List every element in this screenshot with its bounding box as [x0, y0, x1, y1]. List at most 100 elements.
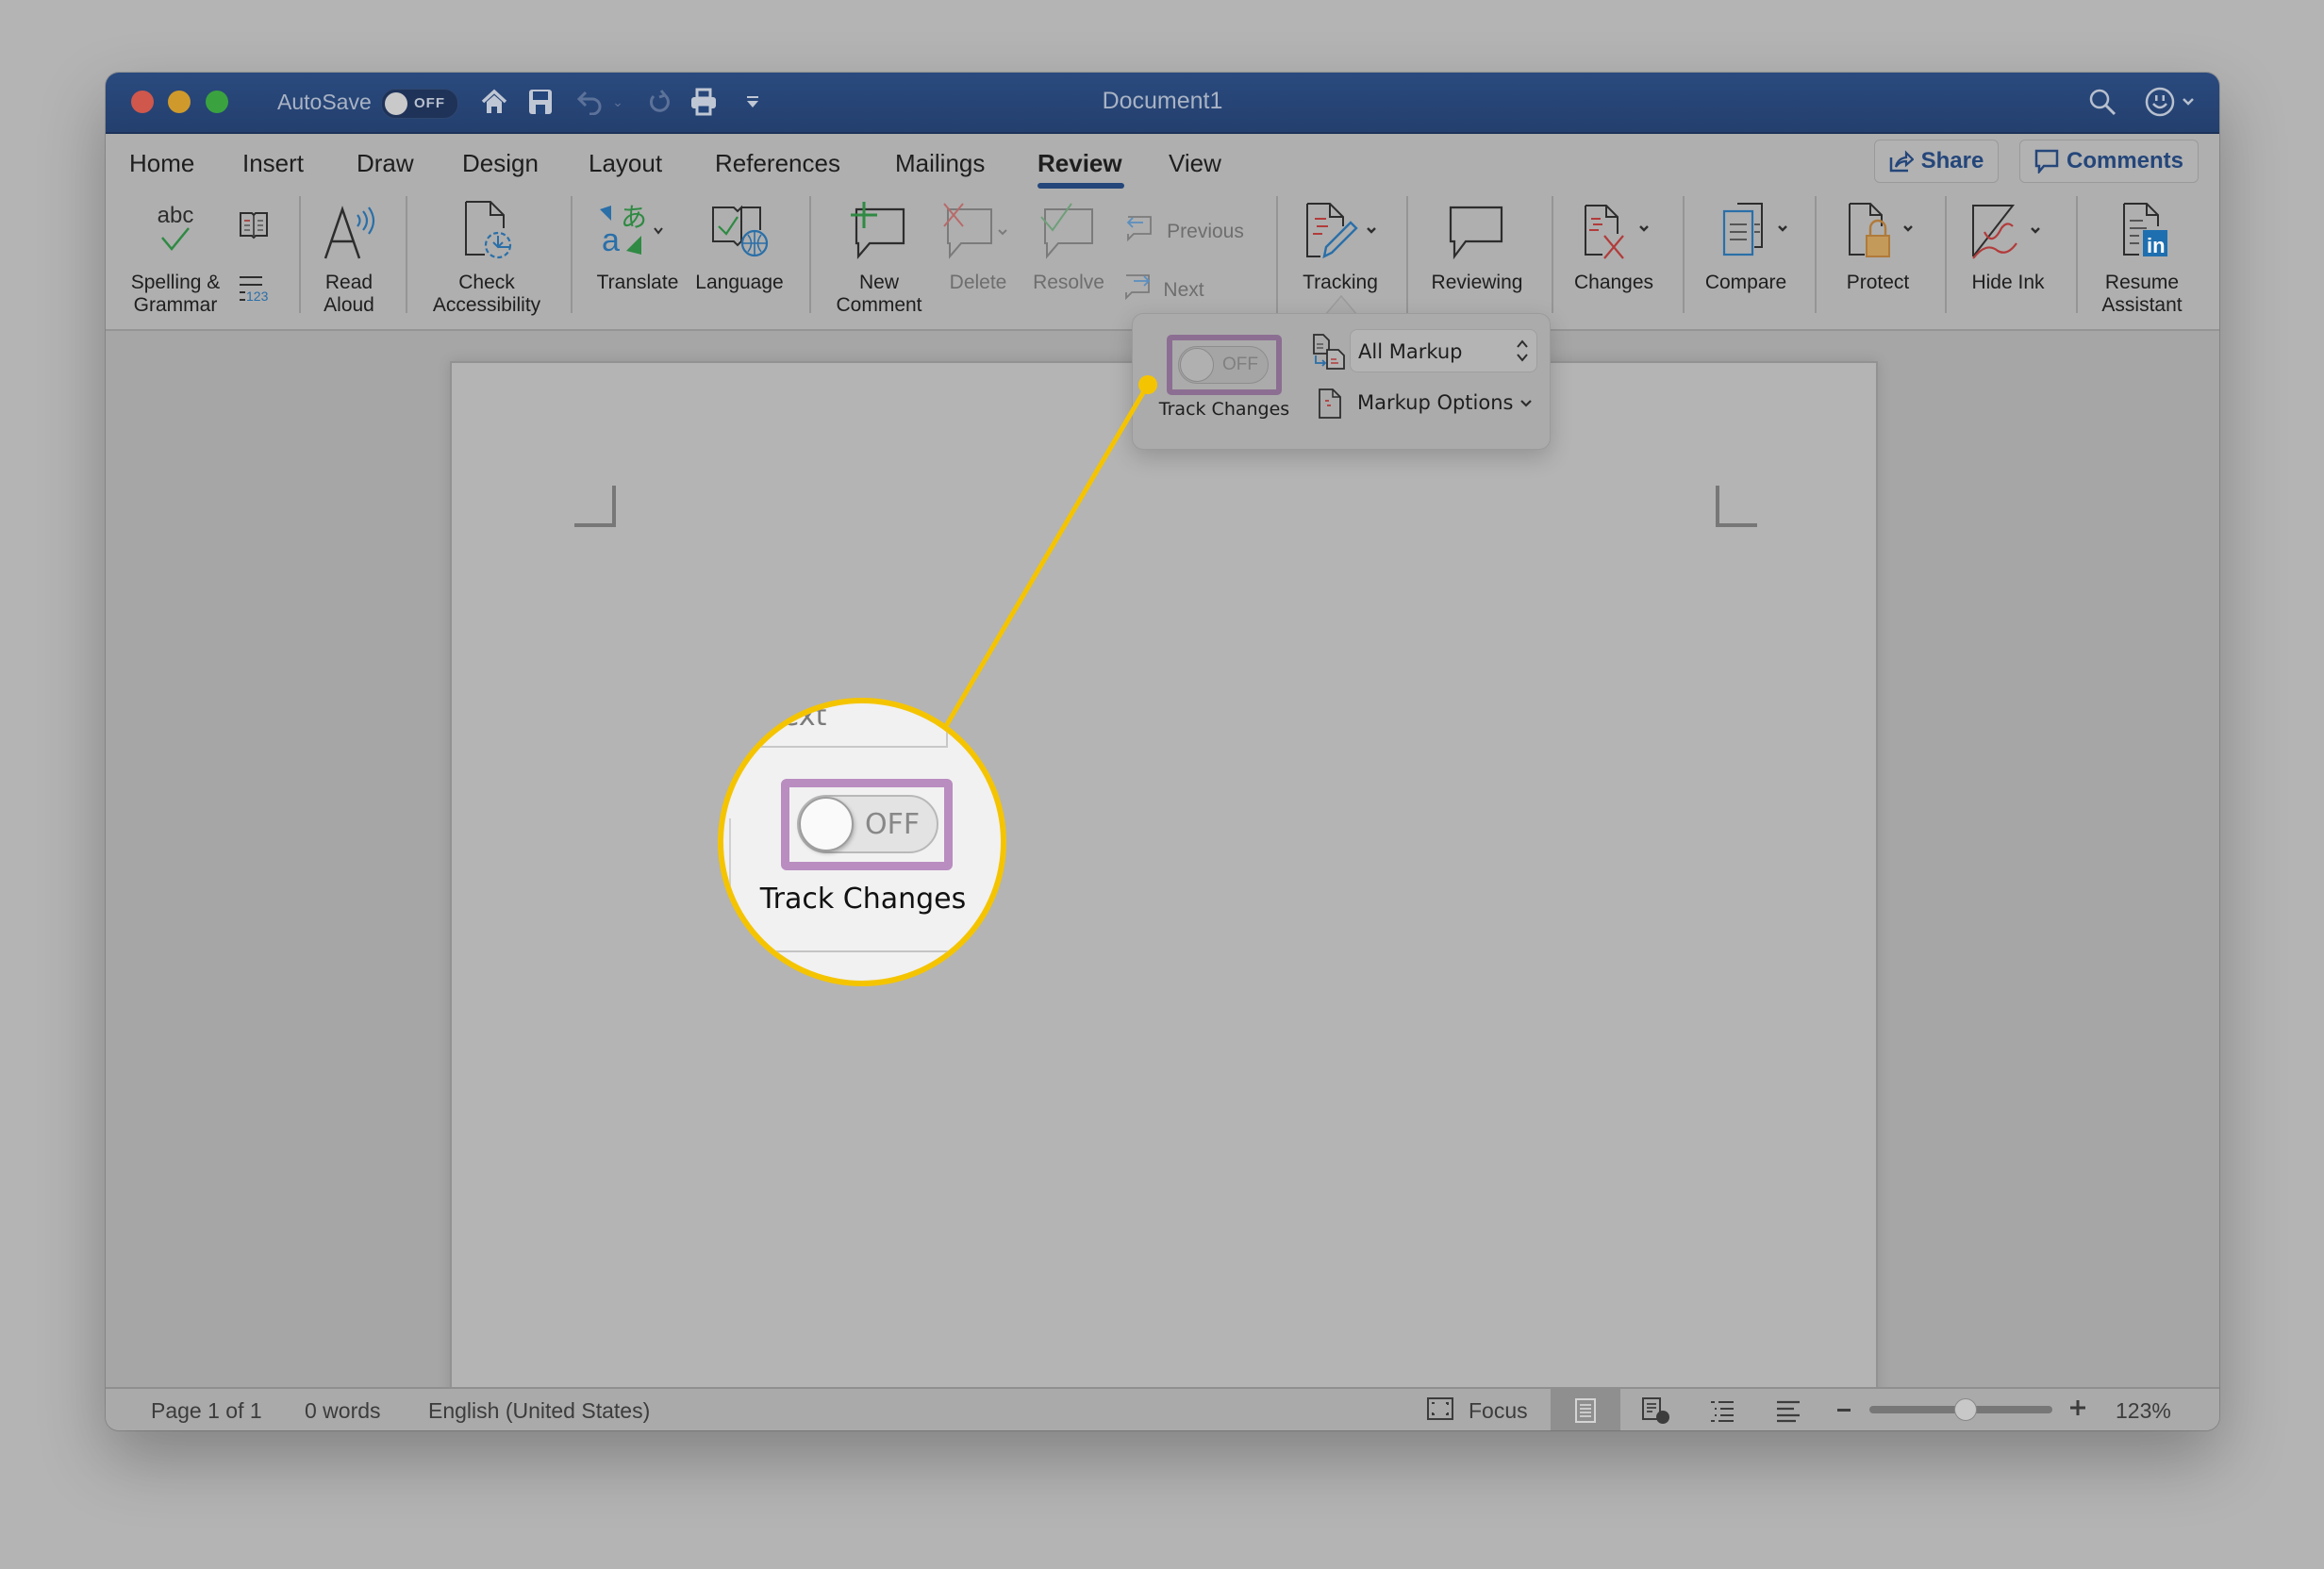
hide-ink-button[interactable] [1969, 204, 2049, 265]
check-accessibility-label: Check Accessibility [433, 272, 540, 317]
page-count[interactable]: Page 1 of 1 [151, 1398, 262, 1424]
delete-comment-button[interactable] [940, 202, 1016, 265]
markup-view-value: All Markup [1358, 340, 1463, 363]
ribbon-separator [1945, 196, 1947, 313]
active-tab-indicator [1038, 183, 1124, 189]
feedback-chevron-icon[interactable] [2181, 86, 2196, 118]
comments-button[interactable]: Comments [2019, 140, 2199, 183]
zoom-out-button[interactable] [1837, 1409, 1851, 1412]
magnified-next-text: ext [782, 700, 827, 733]
changes-icon [1585, 205, 1649, 259]
markup-view-select[interactable]: All Markup [1350, 329, 1537, 372]
tab-references[interactable]: References [715, 149, 840, 178]
language-button[interactable] [709, 204, 772, 265]
label-line: Assistant [2101, 294, 2183, 316]
draft-view-button[interactable] [1775, 1398, 1803, 1425]
zoom-slider[interactable] [1869, 1398, 2052, 1421]
read-aloud-icon [324, 206, 375, 259]
tab-design[interactable]: Design [462, 149, 539, 178]
previous-comment-button[interactable] [1122, 211, 1154, 248]
translate-button[interactable]: aあ [594, 202, 670, 265]
print-layout-icon [1575, 1398, 1596, 1423]
spelling-grammar-button[interactable]: abc [147, 202, 204, 263]
magnified-highlight-box: OFF [781, 779, 953, 870]
magnified-divider [723, 950, 1001, 952]
tab-view[interactable]: View [1169, 149, 1221, 178]
focus-label[interactable]: Focus [1469, 1398, 1528, 1424]
margin-corner-mark [1716, 486, 1757, 527]
word-window: AutoSave OFF ⌄ Document1 Home Insert Dra… [106, 73, 2219, 1430]
changes-button[interactable] [1582, 202, 1657, 267]
tracking-icon [1306, 203, 1376, 259]
resolve-comment-icon [1040, 203, 1093, 259]
resolve-comment-button[interactable] [1038, 202, 1098, 265]
feedback-smiley-icon[interactable] [2143, 86, 2177, 118]
language-status[interactable]: English (United States) [428, 1398, 650, 1424]
zoom-slider-thumb[interactable] [1953, 1398, 1977, 1421]
protect-button[interactable] [1846, 202, 1921, 265]
delete-comment-label: Delete [949, 272, 1007, 293]
magnified-divider [723, 746, 946, 748]
new-comment-button[interactable] [849, 202, 909, 265]
next-comment-label: Next [1163, 279, 1204, 301]
tab-draw[interactable]: Draw [357, 149, 414, 178]
thesaurus-book-icon [240, 212, 268, 239]
plus-icon [2070, 1400, 2085, 1415]
chevron-down-icon [1520, 400, 1532, 407]
ribbon-separator [406, 196, 407, 313]
resume-assistant-label: Resume Assistant [2101, 272, 2182, 317]
next-comment-button[interactable] [1122, 270, 1154, 306]
highlight-box: OFF [1167, 335, 1282, 395]
tab-home[interactable]: Home [129, 149, 194, 178]
tracking-button[interactable] [1303, 200, 1383, 267]
tab-review[interactable]: Review [1038, 149, 1122, 178]
track-changes-label: Track Changes [1158, 399, 1290, 420]
svg-text:in: in [2147, 234, 2166, 257]
label-line: Spelling & [130, 272, 221, 293]
status-bar: Page 1 of 1 0 words English (United Stat… [106, 1387, 2219, 1430]
track-changes-toggle[interactable]: OFF [1178, 346, 1269, 384]
display-for-review-icon [1312, 333, 1346, 371]
tracking-label: Tracking [1303, 272, 1378, 293]
read-aloud-button[interactable] [318, 202, 380, 269]
compare-button[interactable] [1720, 202, 1796, 263]
magnified-track-changes-label: Track Changes [759, 883, 967, 916]
document-page[interactable] [450, 361, 1878, 1430]
label-line: Read [324, 272, 374, 293]
ribbon-separator [1406, 196, 1408, 313]
accessibility-check-icon [465, 201, 512, 259]
spelling-check-icon: abc [158, 203, 193, 251]
label-line: Comment [836, 294, 922, 316]
reviewing-button[interactable] [1447, 204, 1507, 265]
thesaurus-button[interactable] [238, 209, 270, 246]
word-count-icon-text: 123 [246, 289, 269, 304]
tab-insert[interactable]: Insert [242, 149, 304, 178]
word-count-button[interactable]: 123 [238, 272, 275, 310]
outline-view-icon [1711, 1401, 1734, 1422]
tab-layout[interactable]: Layout [589, 149, 662, 178]
label-line: Aloud [324, 294, 374, 316]
language-label: Language [695, 272, 784, 293]
delete-comment-icon [943, 203, 1007, 259]
new-comment-label: New Comment [836, 272, 921, 317]
outline-view-button[interactable] [1709, 1398, 1737, 1425]
read-aloud-label: Read Aloud [324, 272, 374, 317]
resume-assistant-button[interactable]: in [2120, 202, 2173, 265]
search-icon[interactable] [2086, 86, 2118, 118]
web-layout-view-button[interactable] [1641, 1396, 1673, 1427]
ribbon-separator [2076, 196, 2078, 313]
print-layout-view-button[interactable] [1551, 1389, 1620, 1430]
word-count[interactable]: 0 words [305, 1398, 381, 1424]
document-canvas [106, 331, 2219, 1430]
share-icon [1889, 150, 1914, 173]
share-label: Share [1920, 148, 1984, 173]
label-line: Grammar [133, 294, 218, 316]
share-button[interactable]: Share [1874, 140, 1999, 183]
zoom-level[interactable]: 123% [2116, 1398, 2171, 1424]
tab-mailings[interactable]: Mailings [895, 149, 985, 178]
check-accessibility-button[interactable] [462, 200, 515, 267]
ribbon-separator [299, 196, 301, 313]
zoom-in-button[interactable] [2068, 1398, 2089, 1421]
focus-icon[interactable] [1426, 1396, 1456, 1423]
markup-options-button[interactable]: Markup Options [1355, 391, 1544, 420]
